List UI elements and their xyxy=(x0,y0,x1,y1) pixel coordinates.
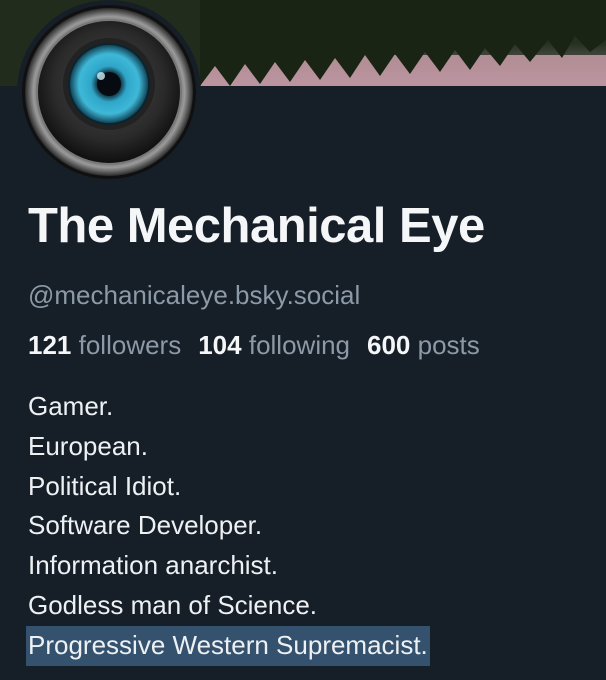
bio-line: Political Idiot. xyxy=(28,470,182,501)
bio-line: Software Developer. xyxy=(28,510,263,541)
profile-stats: 121 followers 104 following 600 posts xyxy=(28,330,497,361)
mechanical-eye-icon xyxy=(22,5,196,179)
posts-count: 600 xyxy=(367,330,411,360)
bio-line-selected[interactable]: Progressive Western Supremacist. xyxy=(26,625,430,666)
bio-line: Information anarchist. xyxy=(28,550,279,581)
following-count: 104 xyxy=(198,330,242,360)
posts-stat: 600 posts xyxy=(367,330,480,361)
following-link[interactable]: 104 following xyxy=(198,330,350,361)
posts-label: posts xyxy=(417,330,480,360)
followers-label: followers xyxy=(78,330,182,360)
following-label: following xyxy=(248,330,351,360)
followers-count: 121 xyxy=(28,330,72,360)
profile-display-name: The Mechanical Eye xyxy=(28,199,485,253)
followers-link[interactable]: 121 followers xyxy=(28,330,181,361)
bio-line: Gamer. xyxy=(28,391,114,421)
avatar[interactable] xyxy=(17,0,201,184)
profile-handle: @mechanicaleye.bsky.social xyxy=(28,280,361,310)
bio-line: Godless man of Science. xyxy=(28,589,318,620)
bio-line: European. xyxy=(28,430,148,461)
profile-bio: Gamer. European. Political Idiot. Softwa… xyxy=(26,387,430,666)
